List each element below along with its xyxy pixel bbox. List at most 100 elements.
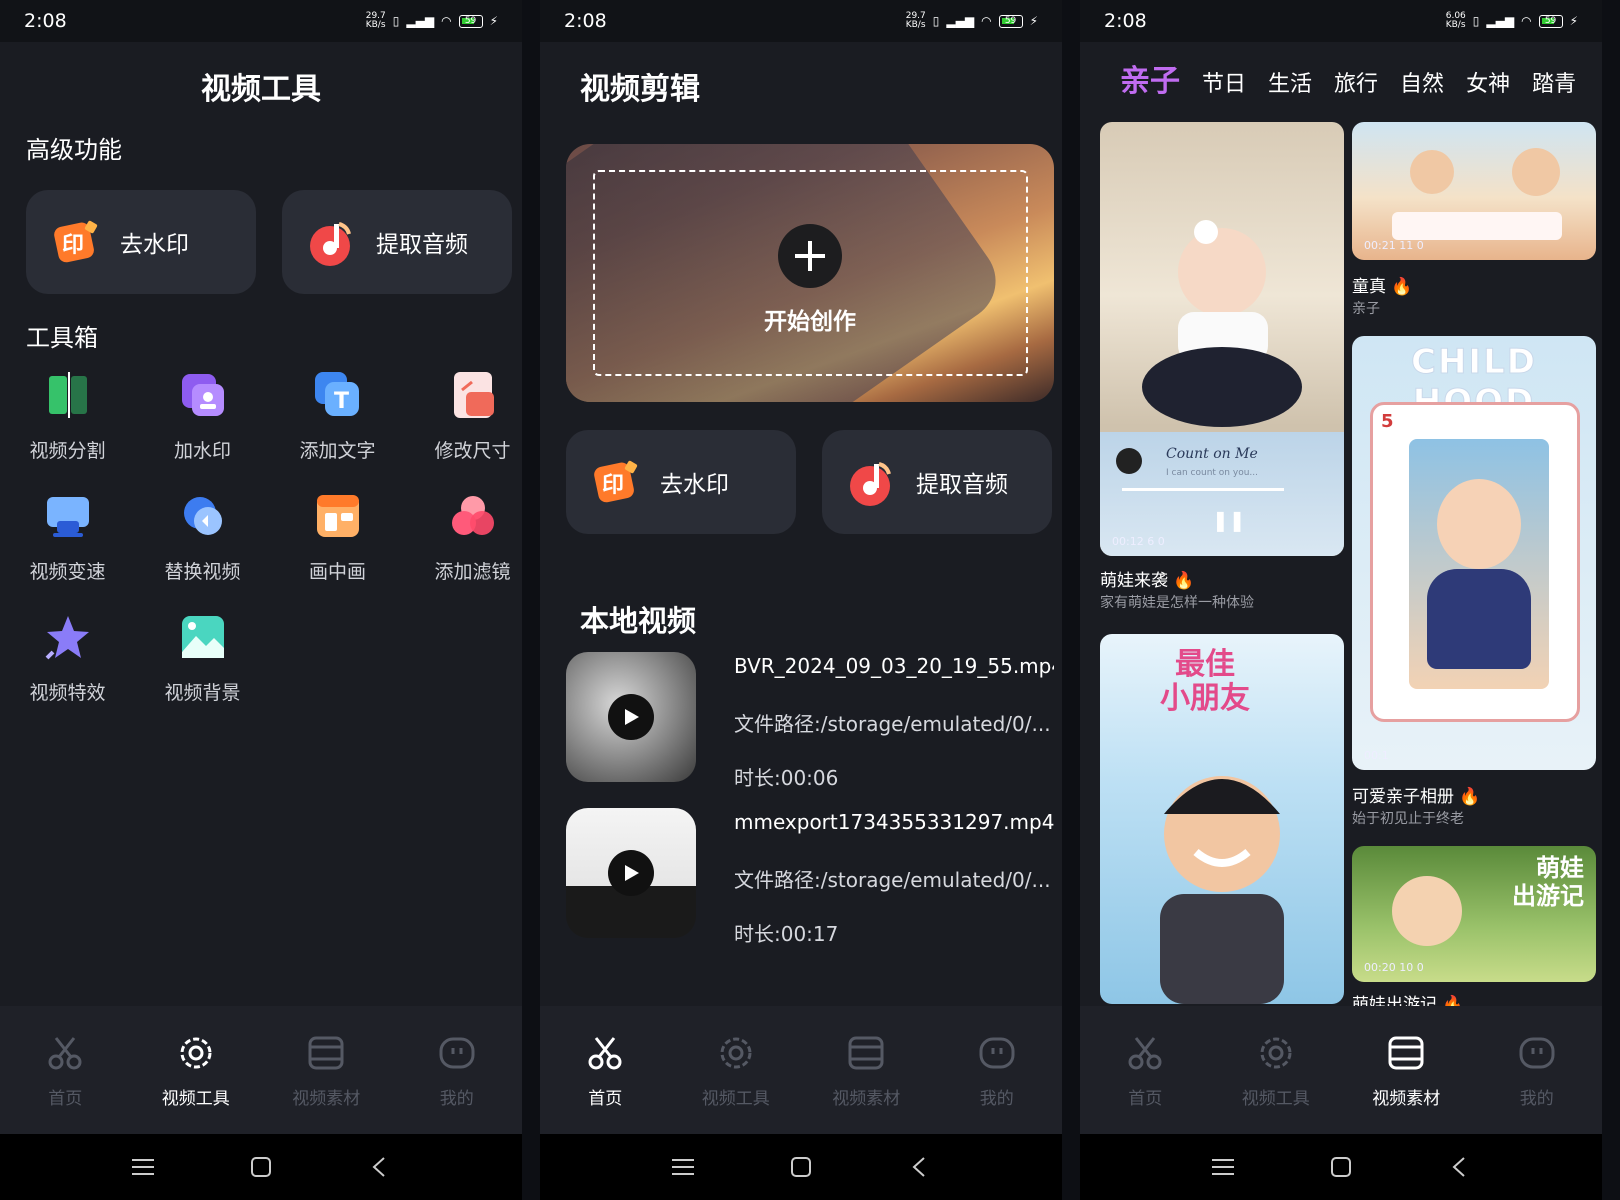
video-filename: mmexport1734355331297.mp4: [734, 810, 1054, 834]
back-icon[interactable]: [1446, 1155, 1472, 1179]
status-time: 2:08: [1104, 10, 1147, 32]
fire-icon: 🔥: [1391, 277, 1413, 297]
extract-audio-button[interactable]: 提取音频: [822, 430, 1052, 534]
tool-resize[interactable]: 修改尺寸: [405, 370, 522, 463]
extract-audio-label: 提取音频: [376, 232, 468, 258]
menu-icon[interactable]: [670, 1155, 696, 1179]
nav-home[interactable]: 首页: [550, 1032, 660, 1109]
nav-tools[interactable]: 视频工具: [1221, 1032, 1331, 1109]
wifi-icon: ◠: [981, 14, 992, 28]
template-card[interactable]: 萌娃 出游记 00:20 10 0: [1352, 846, 1596, 982]
nav-tools[interactable]: 视频工具: [141, 1032, 251, 1109]
toddler-photo: [1392, 876, 1462, 946]
pause-icon: ❚❚: [1212, 508, 1246, 532]
menu-icon[interactable]: [1210, 1155, 1236, 1179]
card-banner-text: 萌娃 出游记: [1512, 854, 1584, 910]
tool-label: 添加文字: [299, 440, 376, 462]
screen-home: 2:08 29.7 KB/s ▯ ▂▄▆ ◠ 59 ⚡ 视频剪辑 开始创作 印 …: [540, 0, 1062, 1200]
status-bar: 2:08 29.7 KB/s ▯ ▂▄▆ ◠ 59 ⚡: [0, 0, 522, 42]
tool-label: 修改尺寸: [434, 440, 511, 462]
tab-ziran[interactable]: 自然: [1400, 66, 1444, 98]
card-subtitle: 亲子: [1352, 301, 1380, 317]
nav-tools[interactable]: 视频工具: [681, 1032, 791, 1109]
remove-watermark-button[interactable]: 印 去水印: [26, 190, 256, 294]
back-icon[interactable]: [366, 1155, 392, 1179]
fire-icon: 🔥: [1459, 787, 1481, 807]
card-rank: 5: [1381, 411, 1394, 432]
back-icon[interactable]: [906, 1155, 932, 1179]
add-watermark-icon: [181, 374, 224, 416]
tab-taqing[interactable]: 踏青: [1532, 66, 1576, 98]
battery-icon: 59: [1538, 14, 1563, 28]
plus-icon: [778, 224, 842, 288]
tab-nvshen[interactable]: 女神: [1466, 66, 1510, 98]
speed-icon: [46, 497, 89, 537]
battery-icon: 59: [998, 14, 1023, 28]
tool-add-text[interactable]: T 添加文字: [270, 370, 405, 463]
nav-materials[interactable]: 视频素材: [811, 1032, 921, 1109]
tab-qinzi[interactable]: 亲子: [1120, 56, 1180, 100]
text-icon: T: [314, 372, 359, 416]
status-bar: 2:08 6.06 KB/s ▯ ▂▄▆ ◠ 59 ⚡: [1080, 0, 1602, 42]
template-card[interactable]: 00:21 11 0: [1352, 122, 1596, 260]
wifi-icon: ◠: [1521, 14, 1532, 28]
boy-photo: [1160, 776, 1284, 1004]
tool-pip[interactable]: 画中画: [270, 491, 405, 584]
nav-home[interactable]: 首页: [10, 1032, 120, 1109]
fire-icon: 🔥: [1173, 571, 1195, 591]
menu-icon[interactable]: [130, 1155, 156, 1179]
nav-materials[interactable]: 视频素材: [1351, 1032, 1461, 1109]
template-card[interactable]: Count on Me I can count on you... ❚❚ 00:…: [1100, 122, 1344, 556]
home-square-icon[interactable]: [248, 1155, 274, 1179]
extract-audio-label: 提取音频: [916, 472, 1008, 498]
charging-icon: ⚡: [489, 14, 498, 28]
video-path: 文件路径:/storage/emulated/0/...: [734, 868, 1051, 892]
nav-materials[interactable]: 视频素材: [271, 1032, 381, 1109]
nav-mine[interactable]: 我的: [1482, 1032, 1592, 1109]
charging-icon: ⚡: [1029, 14, 1038, 28]
tab-shenghuo[interactable]: 生活: [1268, 66, 1312, 98]
video-item[interactable]: mmexport1734355331297.mp4 文件路径:/storage/…: [566, 808, 1054, 946]
tool-replace-video[interactable]: 替换视频: [135, 491, 270, 584]
extract-audio-button[interactable]: 提取音频: [282, 190, 512, 294]
scissors-icon: [588, 1036, 622, 1069]
tool-label: 视频特效: [29, 682, 106, 704]
start-create-card[interactable]: 开始创作: [566, 144, 1054, 402]
scissors-icon: [1128, 1036, 1162, 1069]
tool-filter[interactable]: 添加滤镜: [405, 491, 522, 584]
tool-label: 画中画: [308, 561, 366, 583]
category-tabs: 亲子 节日 生活 旅行 自然 女神 踏青: [1120, 56, 1576, 100]
card-subtitle: 家有萌娃是怎样一种体验: [1100, 595, 1254, 611]
remove-watermark-label: 去水印: [660, 472, 729, 498]
tool-label: 加水印: [173, 440, 231, 462]
gear-icon: [1260, 1037, 1292, 1068]
template-card[interactable]: CHILD HOOD 5 00:1: [1352, 336, 1596, 770]
system-nav: [540, 1134, 1062, 1200]
nav-mine[interactable]: 我的: [402, 1032, 512, 1109]
nav-home[interactable]: 首页: [1090, 1032, 1200, 1109]
tool-split[interactable]: 视频分割: [0, 370, 135, 463]
nav-mine[interactable]: 我的: [942, 1032, 1052, 1109]
tool-background[interactable]: 视频背景: [135, 612, 270, 705]
video-item[interactable]: BVR_2024_09_03_20_19_55.mp4 文件路径:/storag…: [566, 652, 1054, 790]
play-icon: [608, 850, 654, 896]
home-square-icon[interactable]: [1328, 1155, 1354, 1179]
tool-effects[interactable]: 视频特效: [0, 612, 135, 705]
gear-icon: [180, 1037, 212, 1068]
start-create-label: 开始创作: [764, 309, 856, 335]
tool-add-watermark[interactable]: 加水印: [135, 370, 270, 463]
template-card[interactable]: 最佳 小朋友: [1100, 634, 1344, 1004]
tab-jieri[interactable]: 节日: [1202, 66, 1246, 98]
tool-label: 添加滤镜: [434, 561, 511, 583]
page-title: 视频剪辑: [580, 72, 700, 107]
tab-lvxing[interactable]: 旅行: [1334, 66, 1378, 98]
card-title: 萌娃来袭 🔥: [1100, 571, 1195, 591]
play-icon: [608, 694, 654, 740]
remove-watermark-button[interactable]: 印 去水印: [566, 430, 796, 534]
vibrate-icon: ▯: [1472, 14, 1480, 28]
home-square-icon[interactable]: [788, 1155, 814, 1179]
tool-speed[interactable]: 视频变速: [0, 491, 135, 584]
tool-label: 视频分割: [29, 440, 106, 462]
vinyl-icon: [1116, 448, 1142, 474]
progress-bar: [1122, 488, 1284, 491]
